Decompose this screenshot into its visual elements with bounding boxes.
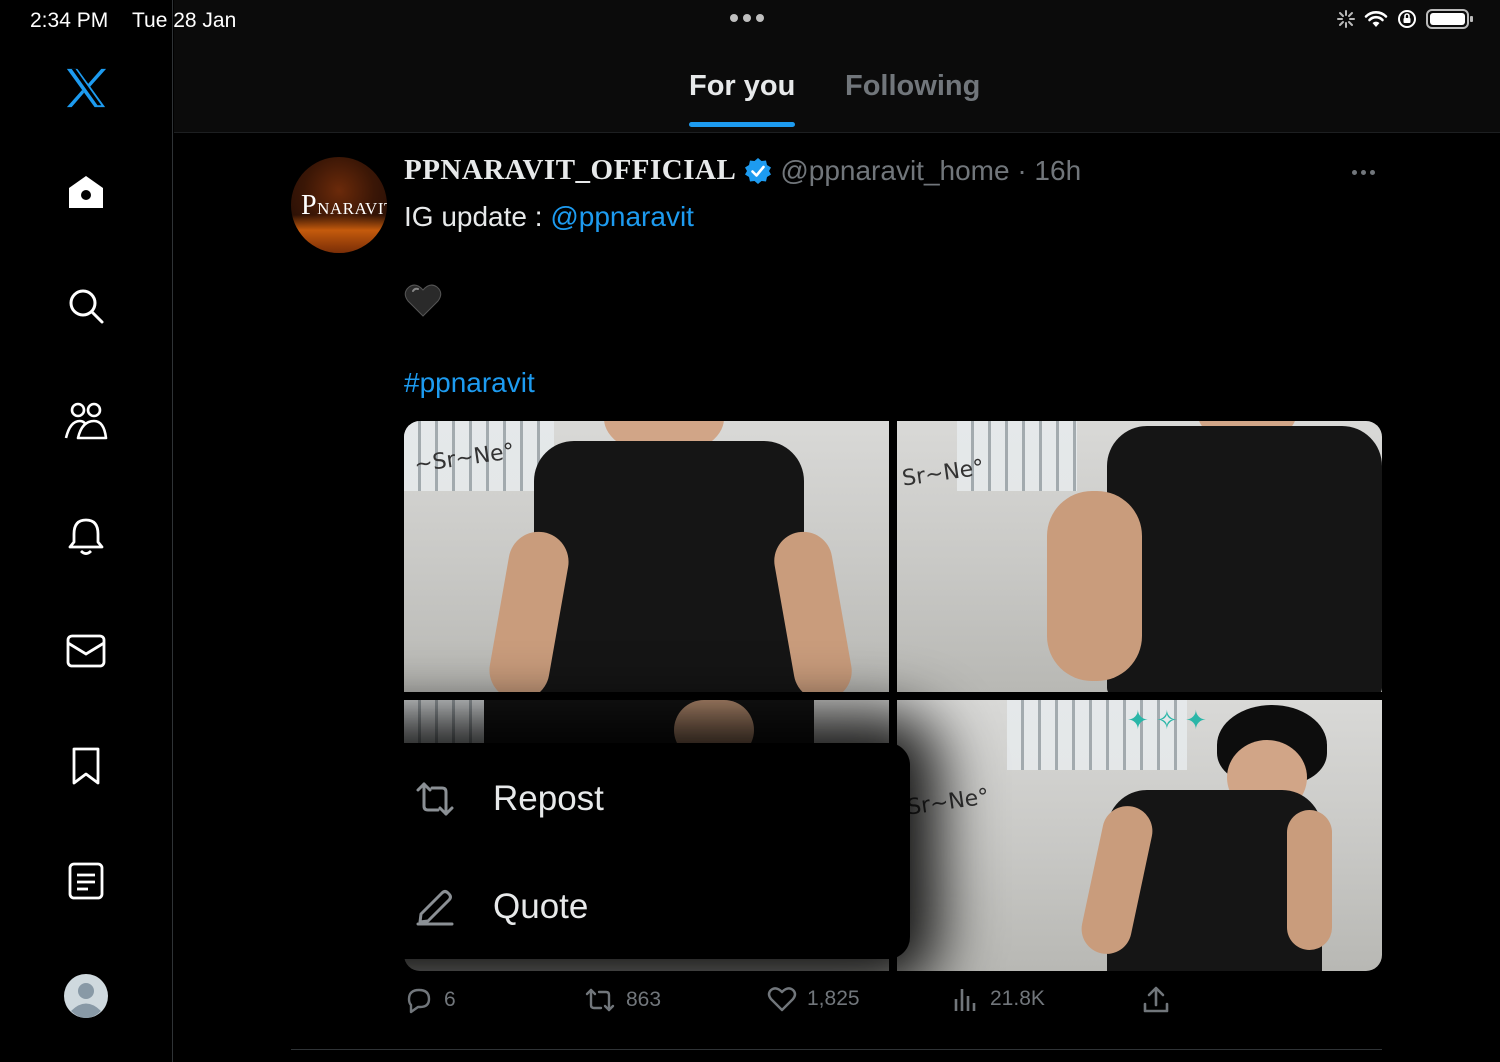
mention-link[interactable]: @ppnaravit	[550, 201, 694, 232]
author-display-name[interactable]: PPNARAVIT_OFFICIAL	[404, 154, 736, 187]
share-upload-icon	[1143, 986, 1169, 1013]
quote-pencil-icon	[416, 890, 454, 926]
tweet-text: IG update : @ppnaravit	[404, 201, 694, 233]
black-heart-emoji-icon	[404, 284, 442, 317]
tweet-divider	[291, 1049, 1382, 1050]
tab-following[interactable]: Following	[845, 70, 980, 103]
view-count: 21.8K	[990, 987, 1045, 1010]
tweet-photo-4[interactable]: ✦ ✧ ✦ Sr~Ne°	[897, 700, 1382, 971]
mail-icon[interactable]	[64, 629, 108, 673]
views-button[interactable]: 21.8K	[952, 985, 1045, 1013]
x-logo-icon[interactable]	[64, 66, 108, 110]
bookmark-icon[interactable]	[64, 744, 108, 788]
more-options-icon[interactable]	[1352, 170, 1375, 175]
author-handle-and-time[interactable]: @ppnaravit_home · 16h	[780, 155, 1081, 187]
repost-menu-label: Repost	[493, 779, 604, 818]
repost-icon	[585, 988, 615, 1012]
status-bar: 2:34 PM Tue 28 Jan	[0, 0, 1500, 44]
repost-menu: Repost Quote	[337, 743, 910, 959]
bell-icon[interactable]	[64, 514, 108, 558]
tweet-text-prefix: IG update :	[404, 201, 551, 232]
repost-menu-item[interactable]: Repost	[337, 749, 910, 849]
like-count: 1,825	[807, 987, 860, 1010]
quote-menu-item[interactable]: Quote	[337, 857, 910, 957]
communities-icon[interactable]	[64, 399, 108, 443]
multitasking-dots-icon[interactable]	[730, 14, 764, 22]
repost-count: 863	[626, 988, 662, 1011]
tweet-action-bar: 6 863 1,825 21.8K	[404, 985, 1382, 1025]
like-heart-icon	[767, 987, 797, 1012]
repost-button[interactable]: 863	[584, 985, 661, 1015]
share-button[interactable]	[1142, 985, 1170, 1015]
reply-button[interactable]: 6	[404, 985, 456, 1015]
activity-spinner-icon	[1337, 10, 1355, 28]
status-date: Tue 28 Jan	[132, 9, 237, 32]
status-icons	[1337, 8, 1474, 30]
repost-icon	[416, 782, 454, 816]
tweet-photo-1[interactable]: ~Sr~Ne°	[404, 421, 889, 692]
sidebar	[0, 0, 173, 1062]
orientation-lock-icon	[1398, 10, 1416, 28]
like-button[interactable]: 1,825	[767, 985, 860, 1013]
battery-icon	[1426, 9, 1473, 29]
tweet-header: PPNARAVIT_OFFICIAL @ppnaravit_home · 16h	[404, 154, 1081, 187]
avatar-logo: PNARAVIT	[301, 190, 387, 221]
reply-count: 6	[444, 988, 456, 1011]
tab-for-you[interactable]: For you	[689, 70, 795, 103]
active-tab-indicator	[689, 122, 795, 127]
verified-badge-icon	[745, 157, 772, 184]
views-chart-icon	[954, 989, 976, 1011]
wifi-icon	[1364, 11, 1388, 27]
hashtag-link[interactable]: #ppnaravit	[404, 367, 535, 399]
avatar-icon[interactable]	[64, 974, 108, 1018]
quote-menu-label: Quote	[493, 887, 589, 926]
home-icon[interactable]	[64, 170, 108, 214]
search-icon[interactable]	[64, 284, 108, 328]
tweet-photo-2[interactable]: Sr~Ne°	[897, 421, 1382, 692]
reply-icon	[407, 988, 431, 1014]
status-time: 2:34 PM	[30, 9, 109, 32]
tweet-author-avatar[interactable]: PNARAVIT	[291, 157, 387, 253]
list-icon[interactable]	[64, 859, 108, 903]
